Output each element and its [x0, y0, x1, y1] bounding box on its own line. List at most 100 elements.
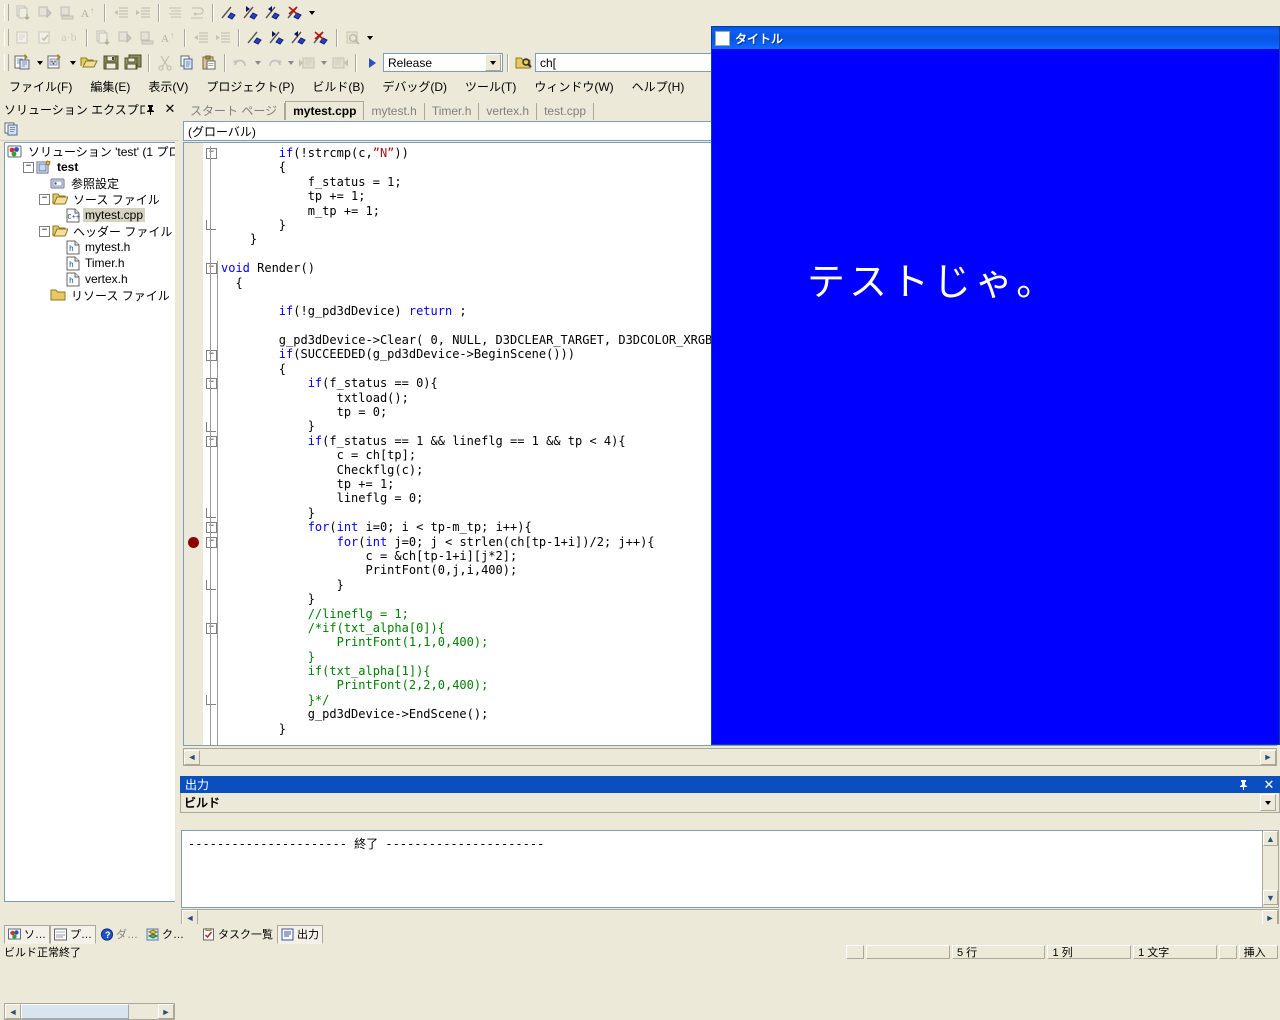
- configuration-combobox[interactable]: Release: [383, 53, 503, 72]
- navigate-back-chevron-down-icon[interactable]: [318, 52, 329, 73]
- output-text[interactable]: ---------------------- 終了 --------------…: [181, 830, 1279, 908]
- increase-indent-icon[interactable]: [132, 2, 154, 23]
- new-blank-solution-icon[interactable]: [12, 27, 34, 48]
- clear-bookmarks-icon[interactable]: [284, 2, 306, 23]
- check-item-icon[interactable]: [34, 27, 56, 48]
- scroll-left-button[interactable]: ◄: [184, 749, 200, 765]
- start-debug-icon[interactable]: [361, 52, 383, 73]
- increase-font-icon[interactable]: A ↑: [78, 2, 100, 23]
- tree-item[interactable]: − test: [5, 159, 175, 175]
- toolbar-overflow-chevron-down-icon[interactable]: [364, 27, 375, 48]
- clear-bookmarks-icon[interactable]: [310, 27, 332, 48]
- tree-expander-collapse-icon[interactable]: −: [23, 161, 34, 173]
- bottom-tab-solution-explorer[interactable]: ソ…: [4, 924, 50, 944]
- next-bookmark-icon[interactable]: [266, 27, 288, 48]
- new-project-chevron-down-icon[interactable]: [34, 52, 45, 73]
- redo-chevron-down-icon[interactable]: [285, 52, 296, 73]
- menu-tools[interactable]: ツール(T): [456, 76, 525, 97]
- outlining-collapse-icon[interactable]: −: [206, 148, 217, 159]
- outlining-end-marker[interactable]: [206, 508, 216, 518]
- bottom-tab-output[interactable]: 出力: [277, 924, 323, 944]
- uncomment-selection-icon[interactable]: [114, 27, 136, 48]
- tree-item[interactable]: リソース ファイル: [5, 287, 175, 303]
- outlining-end-marker[interactable]: [206, 695, 216, 706]
- bottom-tab-task-list[interactable]: タスク一覧: [198, 925, 277, 944]
- toggle-bookmark-icon[interactable]: [244, 27, 266, 48]
- close-icon[interactable]: ✕: [1258, 777, 1280, 793]
- outlining-collapse-icon[interactable]: −: [206, 522, 217, 534]
- menu-project[interactable]: プロジェクト(P): [197, 76, 303, 97]
- bottom-tab-dynamic-help[interactable]: ? ダ…: [96, 925, 142, 944]
- new-project-icon[interactable]: [12, 52, 34, 73]
- decrease-indent-icon[interactable]: [110, 2, 132, 23]
- pin-icon[interactable]: [145, 104, 161, 115]
- scroll-left-button[interactable]: ◄: [182, 910, 198, 925]
- toggle-bookmark-icon[interactable]: [218, 2, 240, 23]
- editor-tab[interactable]: スタート ページ: [183, 103, 286, 120]
- outlining-end-marker[interactable]: [206, 580, 216, 590]
- menu-help[interactable]: ヘルプ(H): [623, 76, 694, 97]
- increase-font-icon[interactable]: A ↑: [158, 27, 180, 48]
- uncomment-selection-icon[interactable]: [34, 2, 56, 23]
- toggle-outlining-icon[interactable]: [136, 27, 158, 48]
- scroll-down-button[interactable]: ▼: [1263, 890, 1278, 905]
- scroll-right-button[interactable]: ►: [158, 1004, 174, 1019]
- breakpoint-marker[interactable]: [188, 536, 199, 548]
- outlining-collapse-icon[interactable]: −: [206, 263, 217, 275]
- direct3d-app-window[interactable]: タイトル テストじゃ。: [711, 26, 1280, 745]
- paste-icon[interactable]: [198, 52, 220, 73]
- tree-item[interactable]: h vertex.h: [5, 271, 175, 287]
- previous-bookmark-icon[interactable]: [262, 2, 284, 23]
- next-bookmark-icon[interactable]: [240, 2, 262, 23]
- navigate-back-icon[interactable]: [296, 52, 318, 73]
- tree-item[interactable]: − ヘッダー ファイル: [5, 223, 175, 239]
- outlining-end-marker[interactable]: [206, 421, 216, 432]
- tree-item[interactable]: C++ mytest.cpp: [5, 207, 175, 223]
- replace-ab-icon[interactable]: a·b: [56, 27, 82, 48]
- editor-tab[interactable]: test.cpp: [537, 103, 595, 120]
- find-in-files-icon[interactable]: [513, 52, 535, 73]
- outlining-collapse-icon[interactable]: −: [206, 436, 217, 447]
- scroll-left-button[interactable]: ◄: [5, 1004, 21, 1019]
- close-icon[interactable]: ✕: [161, 101, 179, 117]
- show-all-files-icon[interactable]: [4, 122, 21, 137]
- tree-item[interactable]: h Timer.h: [5, 255, 175, 271]
- solution-tree[interactable]: ソリューション 'test' (1 プロジェ! − test 参照設定 − ソース ファイ…: [4, 142, 175, 902]
- outlining-collapse-icon[interactable]: −: [206, 536, 217, 548]
- previous-bookmark-icon[interactable]: [288, 27, 310, 48]
- scroll-up-button[interactable]: ▲: [1263, 831, 1278, 846]
- tree-expander-collapse-icon[interactable]: −: [39, 225, 50, 237]
- toolbar-overflow-chevron-down-icon[interactable]: [306, 2, 317, 23]
- editor-tab[interactable]: Timer.h: [425, 103, 480, 120]
- toolbar-grip[interactable]: [4, 54, 9, 71]
- editor-tab[interactable]: mytest.h: [364, 103, 425, 120]
- output-source-combobox[interactable]: ビルド: [184, 794, 220, 811]
- app-window-titlebar[interactable]: タイトル: [712, 27, 1279, 49]
- tree-item[interactable]: − ソース ファイル: [5, 191, 175, 207]
- open-file-icon[interactable]: [78, 52, 100, 73]
- decrease-indent-icon[interactable]: [190, 27, 212, 48]
- outlining-end-marker[interactable]: [206, 220, 216, 230]
- save-all-icon[interactable]: [122, 52, 144, 73]
- undo-icon[interactable]: [230, 52, 252, 73]
- menu-build[interactable]: ビルド(B): [303, 76, 373, 97]
- pin-icon[interactable]: [1238, 779, 1258, 790]
- increase-indent-icon[interactable]: [212, 27, 234, 48]
- scroll-right-button[interactable]: ►: [1262, 910, 1278, 925]
- add-new-item-chevron-down-icon[interactable]: [67, 52, 78, 73]
- toolbar-grip[interactable]: [4, 4, 9, 21]
- undo-chevron-down-icon[interactable]: [252, 52, 263, 73]
- toolbar-grip[interactable]: [4, 29, 9, 46]
- copy-icon[interactable]: [176, 52, 198, 73]
- menu-edit[interactable]: 編集(E): [81, 76, 139, 97]
- navigate-forward-icon[interactable]: [329, 52, 351, 73]
- output-source-chevron-down-icon[interactable]: [1260, 794, 1276, 811]
- menu-file[interactable]: ファイル(F): [0, 76, 81, 97]
- outlining-collapse-icon[interactable]: −: [206, 349, 217, 361]
- output-vscrollbar[interactable]: ▲ ▼: [1262, 830, 1279, 908]
- cut-icon[interactable]: [154, 52, 176, 73]
- save-icon[interactable]: [100, 52, 122, 73]
- find-symbol-icon[interactable]: [342, 27, 364, 48]
- app-window-client-area[interactable]: テストじゃ。: [712, 49, 1279, 744]
- comment-selection-icon[interactable]: [92, 27, 114, 48]
